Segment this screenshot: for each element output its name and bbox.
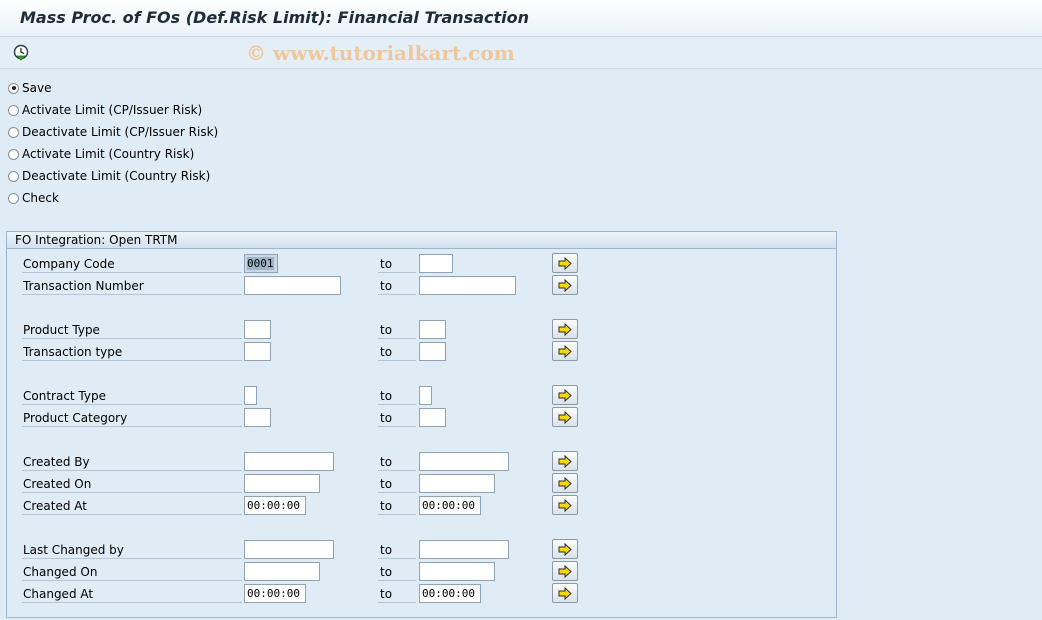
contract-type-to-input[interactable] (419, 386, 432, 405)
to-label: to (378, 319, 416, 339)
product-category-from-input[interactable] (244, 408, 271, 427)
radio-button[interactable] (8, 126, 19, 138)
transaction-number-from-input[interactable] (244, 276, 341, 295)
to-label: to (378, 539, 416, 559)
radio-activate-limit-cp-issuer[interactable]: Activate Limit (CP/Issuer Risk) (8, 101, 202, 119)
transaction-type-label: Transaction type (22, 341, 242, 361)
created-on-multiple-selection-button[interactable] (552, 473, 578, 493)
product-type-label: Product Type (22, 319, 242, 339)
radio-check[interactable]: Check (8, 189, 59, 207)
to-label: to (378, 341, 416, 361)
transaction-number-label: Transaction Number (22, 275, 242, 295)
radio-save[interactable]: Save (8, 79, 51, 97)
changed-on-label: Changed On (22, 561, 242, 581)
created-by-from-input[interactable] (244, 452, 334, 471)
created-at-to-input[interactable]: 00:00:00 (419, 496, 481, 515)
transaction-type-to-input[interactable] (419, 342, 446, 361)
field-value: 00:00:00 (422, 499, 475, 512)
changed-on-to-input[interactable] (419, 562, 495, 581)
product-type-from-input[interactable] (244, 320, 271, 339)
field-value: 00:00:00 (247, 499, 300, 512)
created-at-multiple-selection-button[interactable] (552, 495, 578, 515)
changed-at-to-input[interactable]: 00:00:00 (419, 584, 481, 603)
radio-label: Check (22, 191, 59, 205)
product-category-to-input[interactable] (419, 408, 446, 427)
application-toolbar: © www.tutorialkart.com (0, 37, 1042, 69)
to-label: to (378, 561, 416, 581)
transaction-type-multiple-selection-button[interactable] (552, 341, 578, 361)
created-on-from-input[interactable] (244, 474, 320, 493)
field-value: 00:00:00 (422, 587, 475, 600)
radio-button[interactable] (8, 148, 19, 160)
transaction-number-to-input[interactable] (419, 276, 516, 295)
radio-label: Deactivate Limit (CP/Issuer Risk) (22, 125, 219, 139)
radio-label: Deactivate Limit (Country Risk) (22, 169, 211, 183)
changed-on-from-input[interactable] (244, 562, 320, 581)
radio-button[interactable] (8, 192, 19, 204)
transaction-number-multiple-selection-button[interactable] (552, 275, 578, 295)
to-label: to (378, 583, 416, 603)
group-title: FO Integration: Open TRTM (15, 233, 178, 247)
last-changed-by-to-input[interactable] (419, 540, 509, 559)
radio-label: Activate Limit (Country Risk) (22, 147, 195, 161)
company-code-label: Company Code (22, 253, 242, 273)
execute-clock-icon[interactable] (12, 43, 32, 61)
radio-label: Activate Limit (CP/Issuer Risk) (22, 103, 203, 117)
product-type-to-input[interactable] (419, 320, 446, 339)
product-category-multiple-selection-button[interactable] (552, 407, 578, 427)
changed-on-multiple-selection-button[interactable] (552, 561, 578, 581)
radio-deactivate-limit-country[interactable]: Deactivate Limit (Country Risk) (8, 167, 210, 185)
changed-at-from-input[interactable]: 00:00:00 (244, 584, 306, 603)
created-by-multiple-selection-button[interactable] (552, 451, 578, 471)
created-on-label: Created On (22, 473, 242, 493)
last-changed-by-label: Last Changed by (22, 539, 242, 559)
radio-button[interactable] (8, 104, 19, 116)
page-title: Mass Proc. of FOs (Def.Risk Limit): Fina… (20, 8, 530, 27)
radio-button[interactable] (8, 82, 19, 94)
last-changed-by-multiple-selection-button[interactable] (552, 539, 578, 559)
created-at-from-input[interactable]: 00:00:00 (244, 496, 306, 515)
to-label: to (378, 473, 416, 493)
to-label: to (378, 385, 416, 405)
changed-at-label: Changed At (22, 583, 242, 603)
to-label: to (378, 451, 416, 471)
contract-type-from-input[interactable] (244, 386, 257, 405)
field-value: 0001 (247, 257, 274, 270)
title-bar: Mass Proc. of FOs (Def.Risk Limit): Fina… (0, 0, 1042, 37)
to-label: to (378, 407, 416, 427)
transaction-type-from-input[interactable] (244, 342, 271, 361)
radio-activate-limit-country[interactable]: Activate Limit (Country Risk) (8, 145, 194, 163)
contract-type-label: Contract Type (22, 385, 242, 405)
radio-button[interactable] (8, 170, 19, 182)
created-at-label: Created At (22, 495, 242, 515)
company-code-to-input[interactable] (419, 254, 453, 273)
to-label: to (378, 275, 416, 295)
product-type-multiple-selection-button[interactable] (552, 319, 578, 339)
to-label: to (378, 253, 416, 273)
group-header: FO Integration: Open TRTM (7, 232, 836, 249)
created-by-to-input[interactable] (419, 452, 509, 471)
radio-deactivate-limit-cp-issuer[interactable]: Deactivate Limit (CP/Issuer Risk) (8, 123, 218, 141)
changed-at-multiple-selection-button[interactable] (552, 583, 578, 603)
contract-type-multiple-selection-button[interactable] (552, 385, 578, 405)
watermark: © www.tutorialkart.com (246, 41, 515, 65)
created-on-to-input[interactable] (419, 474, 495, 493)
company-code-multiple-selection-button[interactable] (552, 253, 578, 273)
last-changed-by-from-input[interactable] (244, 540, 334, 559)
radio-label: Save (22, 81, 52, 95)
product-category-label: Product Category (22, 407, 242, 427)
to-label: to (378, 495, 416, 515)
created-by-label: Created By (22, 451, 242, 471)
company-code-from-input[interactable]: 0001 (244, 254, 278, 273)
field-value: 00:00:00 (247, 587, 300, 600)
